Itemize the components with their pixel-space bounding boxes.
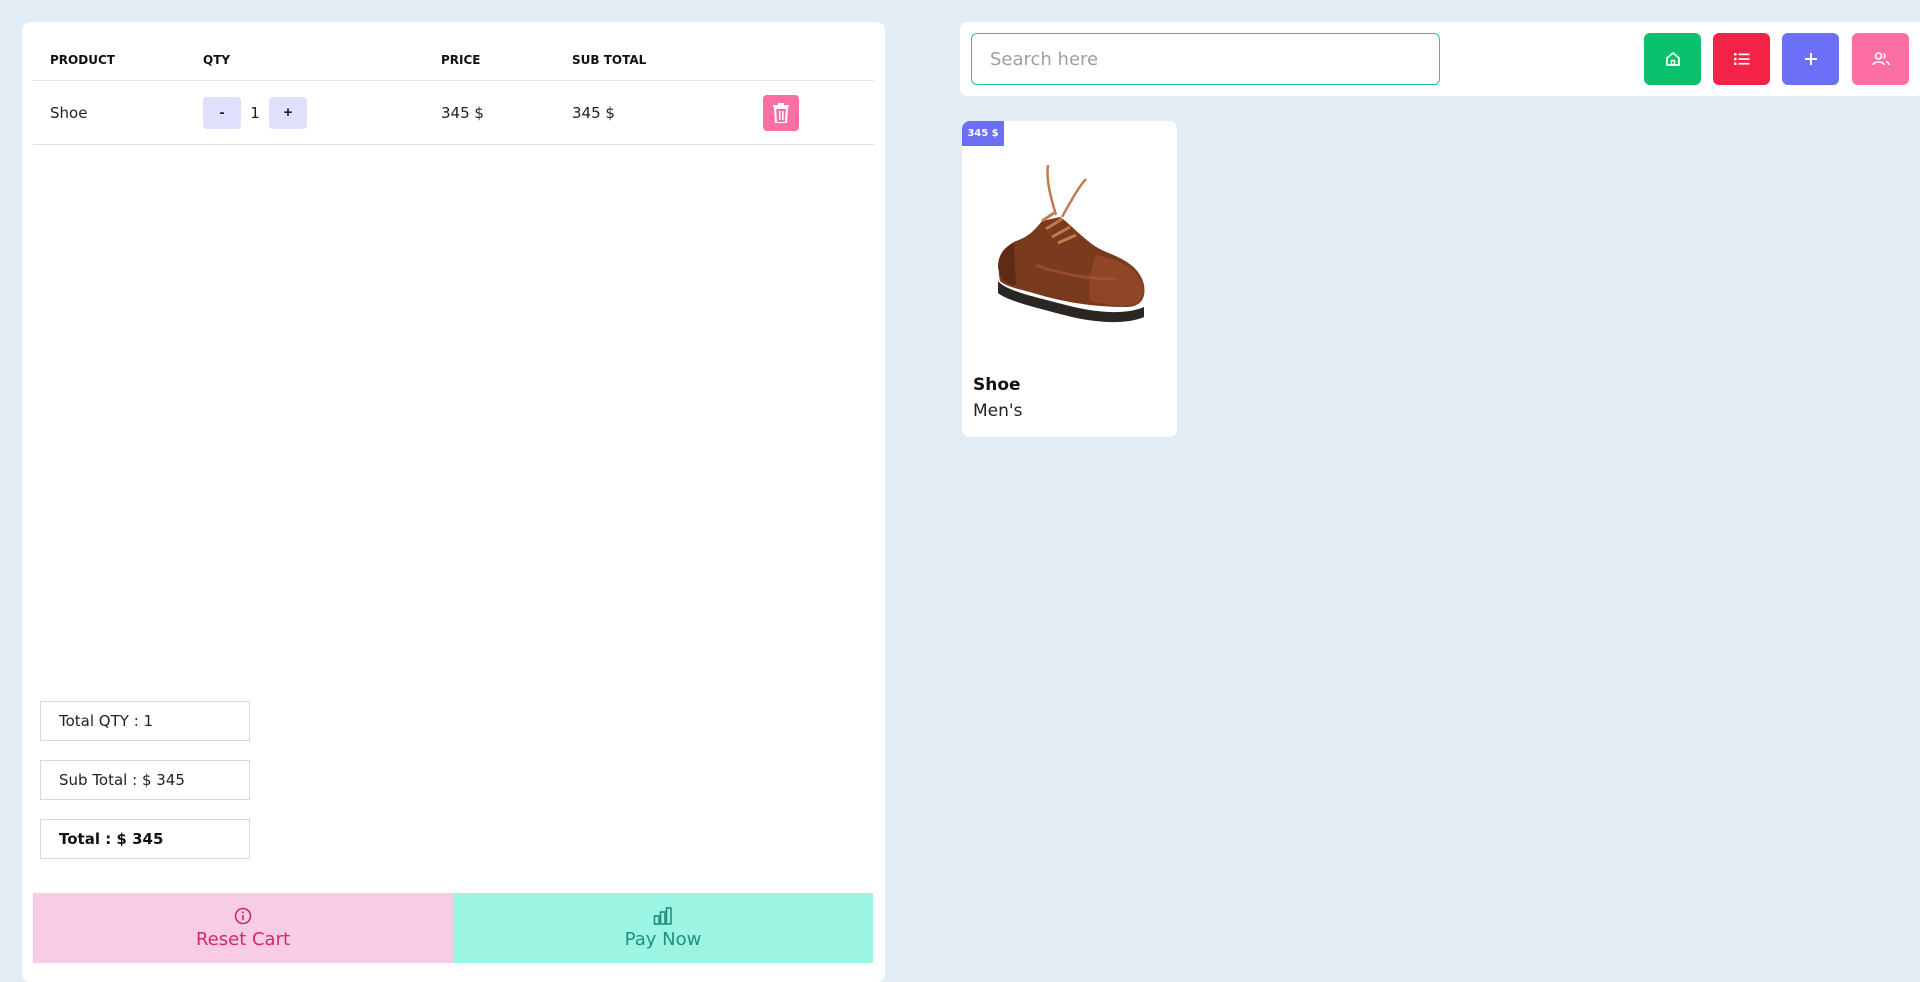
- reset-cart-button[interactable]: Reset Cart: [33, 893, 453, 963]
- shoe-image: [998, 164, 1145, 323]
- sub-total-box: Sub Total : $ 345: [40, 760, 250, 800]
- reset-cart-label: Reset Cart: [195, 928, 291, 950]
- home-button[interactable]: [1644, 33, 1701, 85]
- product-card[interactable]: 345 $ Shoe Men's: [962, 121, 1177, 437]
- cart-panel: PRODUCT QTY PRICE SUB TOTAL Shoe - 1 + 3…: [22, 22, 885, 982]
- row-product: Shoe: [50, 103, 88, 122]
- total-box: Total : $ 345: [40, 819, 250, 859]
- top-bar: [960, 22, 1920, 96]
- plus-icon: [1804, 53, 1817, 65]
- users-button[interactable]: [1852, 33, 1909, 85]
- users-icon: [1871, 52, 1890, 66]
- quantity-stepper: - 1 +: [203, 96, 441, 129]
- total-qty-box: Total QTY : 1: [40, 701, 250, 741]
- search-input[interactable]: [971, 33, 1440, 85]
- home-icon: [1665, 52, 1680, 66]
- cart-table: PRODUCT QTY PRICE SUB TOTAL Shoe - 1 + 3…: [33, 40, 874, 145]
- product-category: Men's: [973, 401, 1023, 421]
- row-subtotal: 345 $: [572, 103, 615, 122]
- increase-qty-button[interactable]: +: [269, 96, 307, 129]
- row-price: 345 $: [441, 103, 484, 122]
- price-badge: 345 $: [962, 121, 1004, 146]
- cart-actions: Reset Cart Pay Now: [33, 893, 873, 963]
- delete-item-button[interactable]: [763, 94, 799, 131]
- pay-now-button[interactable]: Pay Now: [453, 893, 873, 963]
- decrease-qty-button[interactable]: -: [203, 96, 241, 129]
- header-qty: QTY: [203, 53, 231, 67]
- table-row: Shoe - 1 + 345 $ 345 $: [33, 81, 874, 145]
- add-button[interactable]: [1782, 33, 1839, 85]
- header-price: PRICE: [441, 53, 481, 67]
- bar-chart-icon: [653, 906, 672, 925]
- product-name: Shoe: [973, 375, 1021, 395]
- qty-value: 1: [250, 103, 260, 122]
- header-subtotal: SUB TOTAL: [572, 53, 647, 67]
- info-circle-icon: [234, 907, 252, 924]
- row-actions: [754, 94, 874, 131]
- list-icon: [1733, 53, 1749, 65]
- cart-table-header: PRODUCT QTY PRICE SUB TOTAL: [33, 40, 874, 81]
- trash-icon: [773, 102, 789, 123]
- header-product: PRODUCT: [50, 53, 115, 67]
- pay-now-label: Pay Now: [624, 928, 702, 950]
- list-button[interactable]: [1713, 33, 1770, 85]
